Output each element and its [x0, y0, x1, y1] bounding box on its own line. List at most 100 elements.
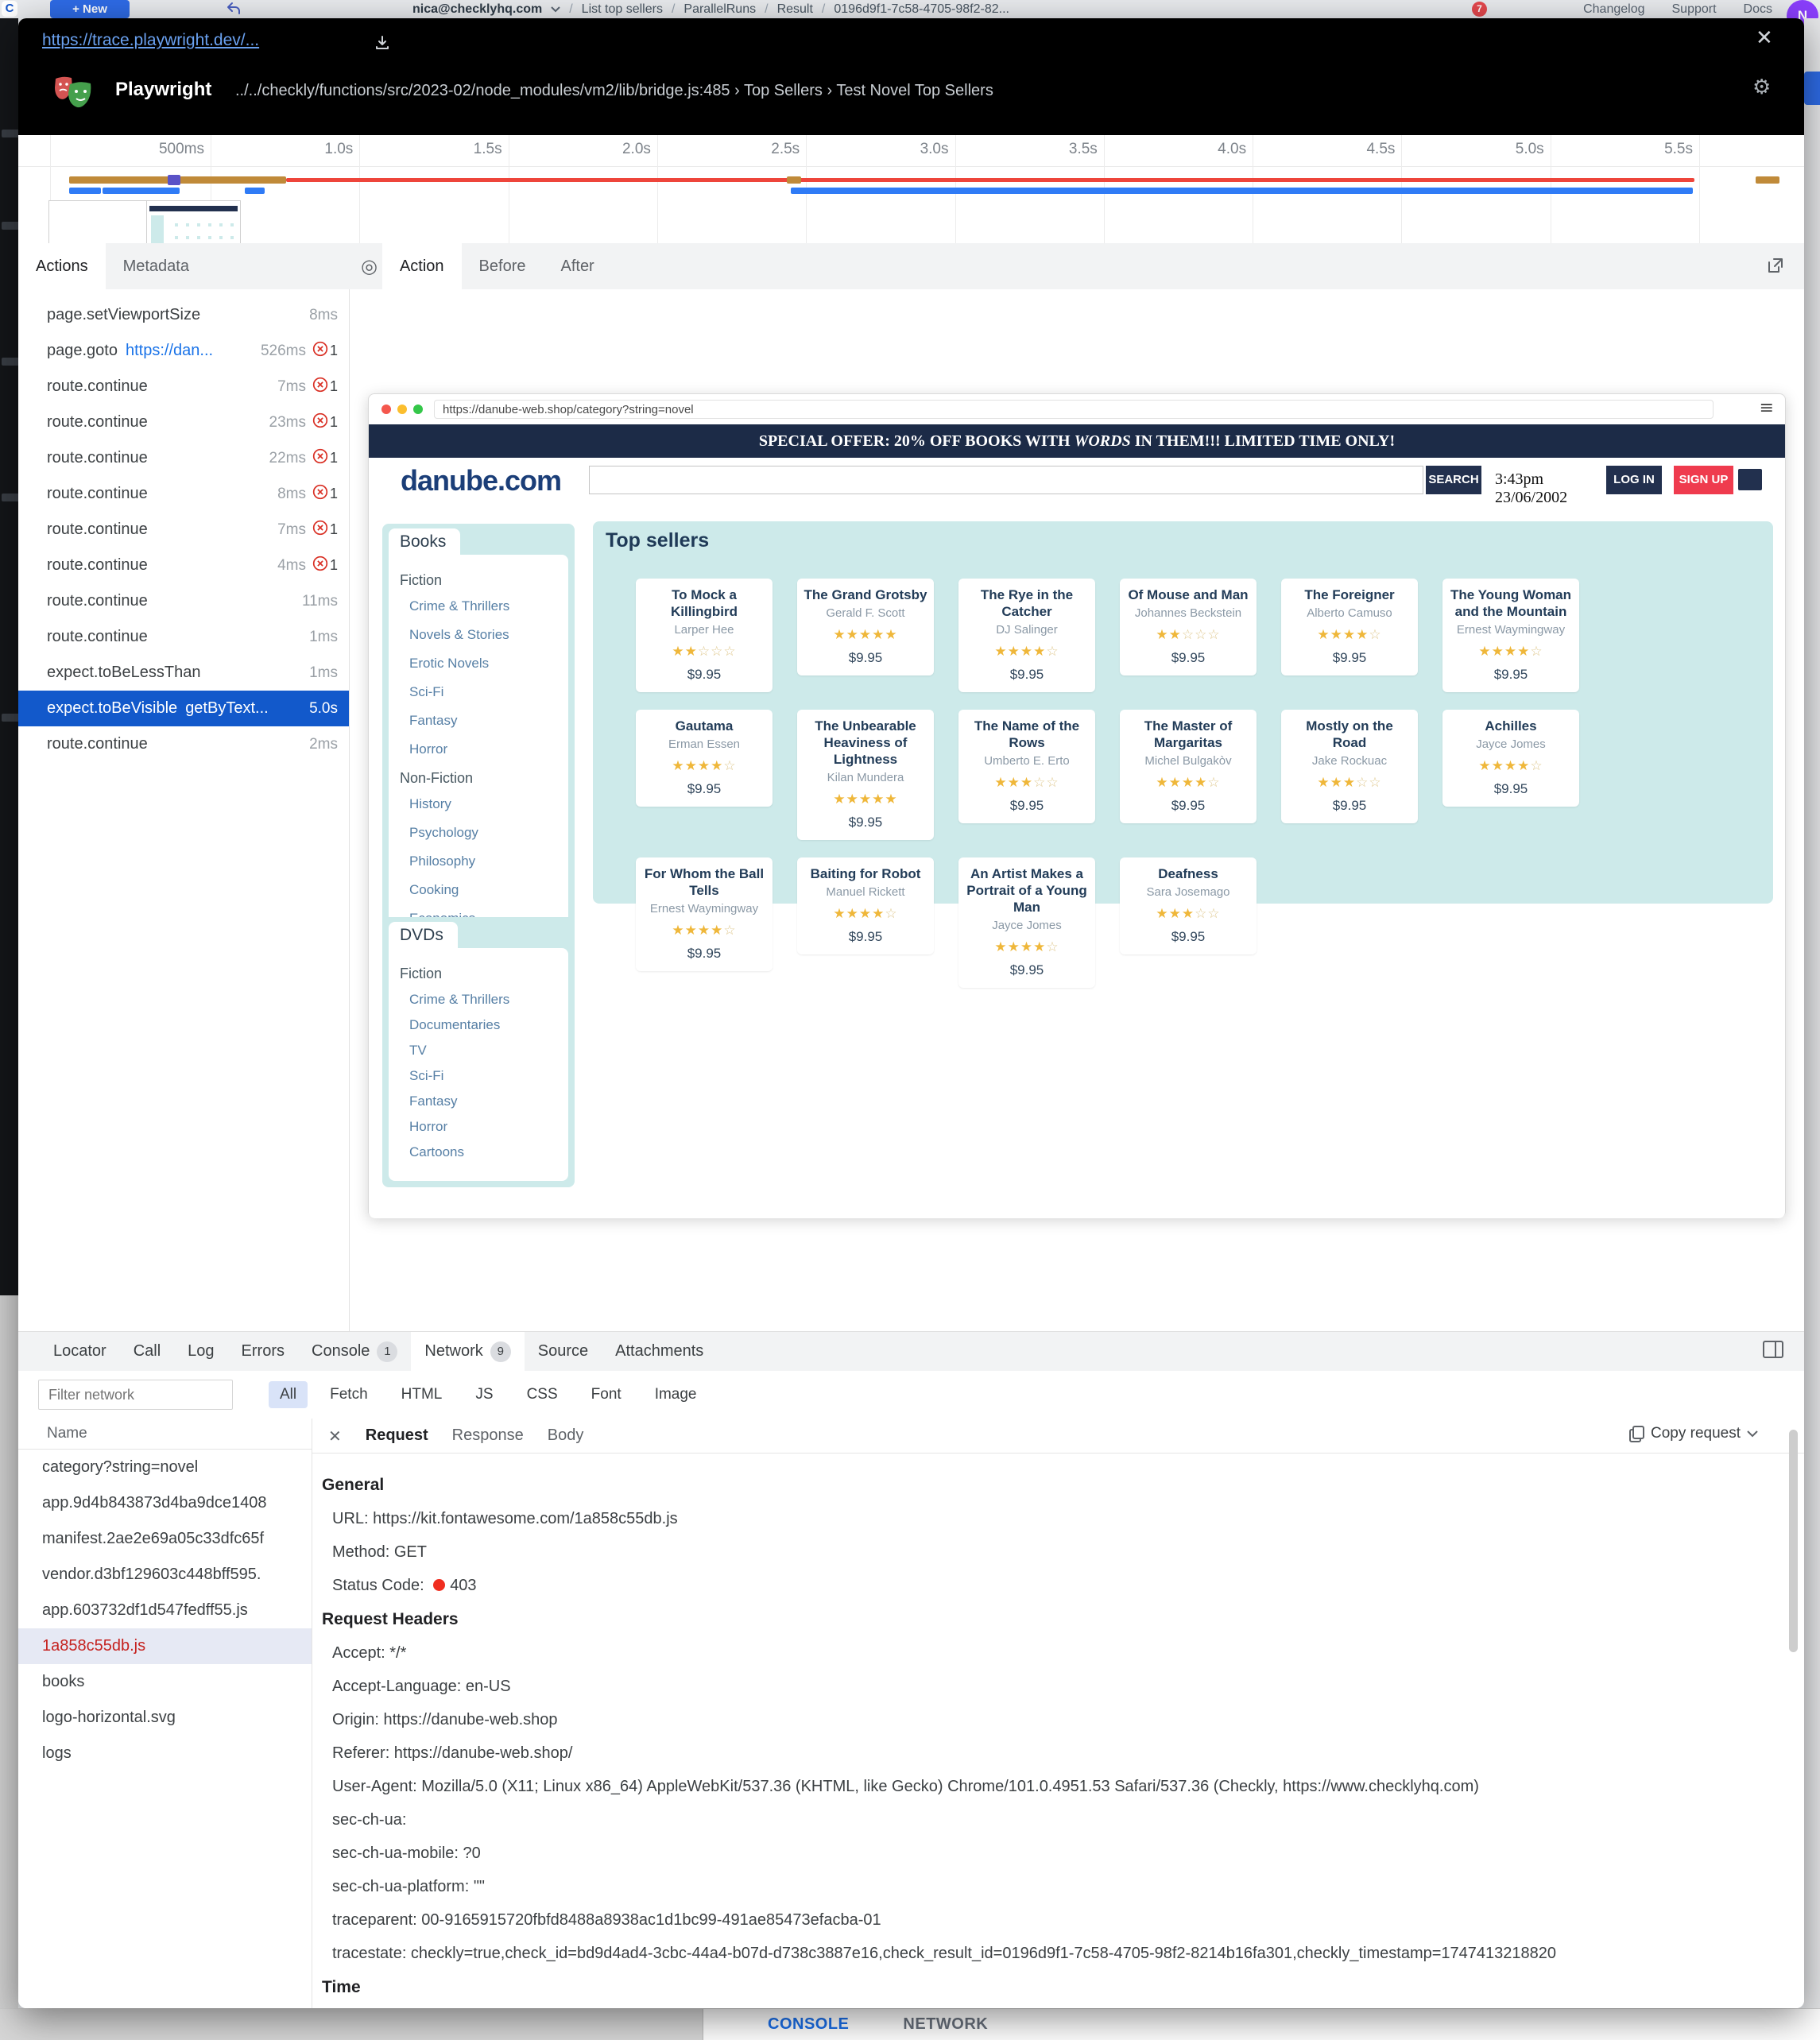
category-link[interactable]: Horror — [409, 741, 562, 757]
breadcrumb-item[interactable]: Result — [777, 2, 813, 17]
address-bar[interactable]: https://danube-web.shop/category?string=… — [434, 400, 1714, 419]
network-row[interactable]: app.603732df1d547fedff55.js — [18, 1593, 312, 1628]
devtools-tab-source[interactable]: Source — [525, 1332, 602, 1371]
breadcrumb-item[interactable]: List top sellers — [582, 2, 663, 17]
close-icon[interactable]: ✕ — [1756, 26, 1773, 50]
scrollbar-thumb[interactable] — [1789, 1430, 1798, 1652]
action-link[interactable]: https://dan... — [126, 342, 213, 360]
open-external-icon[interactable] — [1766, 256, 1785, 279]
network-row[interactable]: logo-horizontal.svg — [18, 1700, 312, 1736]
category-link[interactable]: History — [409, 796, 562, 812]
network-row[interactable]: 1a858c55db.js — [18, 1628, 312, 1664]
product-card[interactable]: The Grand GrotsbyGerald F. Scott★★★★★$9.… — [797, 579, 934, 675]
tab-response[interactable]: Response — [452, 1426, 524, 1445]
filter-chip-image[interactable]: Image — [644, 1381, 708, 1408]
filter-chip-css[interactable]: CSS — [516, 1381, 569, 1408]
new-button[interactable]: + New — [50, 0, 130, 18]
devtools-tab-call[interactable]: Call — [120, 1332, 174, 1371]
category-link[interactable]: Novels & Stories — [409, 627, 562, 643]
gear-icon[interactable]: ⚙ — [1752, 75, 1771, 99]
product-card[interactable]: To Mock a KillingbirdLarper Hee★★☆☆☆$9.9… — [636, 579, 773, 692]
network-row[interactable]: logs — [18, 1736, 312, 1771]
timeline[interactable]: 500ms1.0s1.5s2.0s2.5s3.0s3.5s4.0s4.5s5.0… — [18, 135, 1804, 244]
tab-metadata[interactable]: Metadata — [106, 243, 207, 289]
filter-chip-html[interactable]: HTML — [390, 1381, 454, 1408]
tab-request[interactable]: Request — [366, 1426, 428, 1445]
topnav-link-docs[interactable]: Docs — [1744, 2, 1772, 17]
product-card[interactable]: The Unbearable Heaviness of LightnessKil… — [797, 710, 934, 840]
tab-action[interactable]: Action — [382, 243, 462, 289]
product-card[interactable]: GautamaErman Essen★★★★☆$9.95 — [636, 710, 773, 807]
breadcrumb-item[interactable]: ParallelRuns — [683, 2, 756, 17]
category-link[interactable]: Psychology — [409, 825, 562, 841]
network-row[interactable]: books — [18, 1664, 312, 1700]
topnav-link-changelog[interactable]: Changelog — [1583, 2, 1644, 17]
bottom-tab-network[interactable]: NETWORK — [903, 2015, 988, 2034]
action-row[interactable]: route.continue7ms1 — [18, 369, 349, 405]
devtools-tab-locator[interactable]: Locator — [40, 1332, 120, 1371]
breadcrumb-item[interactable]: 0196d9f1-7c58-4705-98f2-82... — [834, 2, 1009, 17]
category-link[interactable]: Cooking — [409, 882, 562, 898]
filter-chip-js[interactable]: JS — [464, 1381, 504, 1408]
category-link[interactable]: Documentaries — [409, 1017, 562, 1033]
panel-layout-icon[interactable] — [1763, 1340, 1783, 1363]
network-row[interactable]: vendor.d3bf129603c448bff595. — [18, 1557, 312, 1593]
topnav-link-support[interactable]: Support — [1672, 2, 1717, 17]
signup-button[interactable]: SIGN UP — [1674, 466, 1733, 494]
action-row[interactable]: route.continue11ms — [18, 583, 349, 619]
category-link[interactable]: Cartoons — [409, 1144, 562, 1160]
product-card[interactable]: The ForeignerAlberto Camuso★★★★☆$9.95 — [1281, 579, 1418, 675]
devtools-tab-log[interactable]: Log — [174, 1332, 227, 1371]
action-row[interactable]: page.gotohttps://dan...526ms1 — [18, 333, 349, 369]
category-link[interactable]: Philosophy — [409, 854, 562, 869]
download-icon[interactable] — [374, 34, 391, 56]
copy-request-button[interactable]: Copy request — [1629, 1425, 1758, 1442]
category-link[interactable]: Crime & Thrillers — [409, 598, 562, 614]
product-card[interactable]: An Artist Makes a Portrait of a Young Ma… — [958, 857, 1095, 988]
notification-badge[interactable]: 7 — [1472, 2, 1487, 17]
cart-icon[interactable] — [1738, 469, 1762, 490]
category-link[interactable]: Erotic Novels — [409, 656, 562, 672]
hamburger-menu-icon[interactable]: ≡ — [1760, 398, 1774, 418]
network-filter-input[interactable] — [38, 1380, 233, 1410]
action-row[interactable]: expect.toBeLessThan1ms — [18, 655, 349, 691]
category-link[interactable]: Sci-Fi — [409, 684, 562, 700]
product-card[interactable]: The Master of MargaritasMichel Bulgakòv★… — [1120, 710, 1257, 823]
product-card[interactable]: Baiting for RobotManuel Rickett★★★★☆$9.9… — [797, 857, 934, 954]
devtools-tab-network[interactable]: Network9 — [411, 1332, 524, 1371]
filter-chip-fetch[interactable]: Fetch — [319, 1381, 379, 1408]
product-card[interactable]: The Name of the RowsUmberto E. Erto★★★☆☆… — [958, 710, 1095, 823]
close-detail-icon[interactable]: ✕ — [328, 1426, 342, 1446]
action-row[interactable]: page.setViewportSize8ms — [18, 297, 349, 333]
network-row[interactable]: app.9d4b843873d4ba9dce1408 — [18, 1485, 312, 1521]
site-logo[interactable]: danube.com — [401, 464, 561, 497]
devtools-tab-attachments[interactable]: Attachments — [602, 1332, 717, 1371]
filter-chip-font[interactable]: Font — [580, 1381, 633, 1408]
category-link[interactable]: Sci-Fi — [409, 1068, 562, 1084]
action-row[interactable]: route.continue2ms — [18, 726, 349, 762]
action-row[interactable]: route.continue22ms1 — [18, 440, 349, 476]
action-row[interactable]: expect.toBeVisiblegetByText...5.0s — [18, 691, 349, 726]
filter-chip-all[interactable]: All — [269, 1381, 308, 1408]
bottom-tab-console[interactable]: CONSOLE — [768, 2015, 849, 2034]
network-row[interactable]: manifest.2ae2e69a05c33dfc65f — [18, 1521, 312, 1557]
action-row[interactable]: route.continue1ms — [18, 619, 349, 655]
tab-before[interactable]: Before — [462, 243, 544, 289]
devtools-tab-console[interactable]: Console1 — [298, 1332, 411, 1371]
product-card[interactable]: DeafnessSara Josemago★★★☆☆$9.95 — [1120, 857, 1257, 954]
category-link[interactable]: TV — [409, 1043, 562, 1059]
login-button[interactable]: LOG IN — [1606, 466, 1662, 494]
product-card[interactable]: For Whom the Ball TellsErnest Waymingway… — [636, 857, 773, 971]
product-card[interactable]: The Rye in the CatcherDJ Salinger★★★★☆$9… — [958, 579, 1095, 692]
action-row[interactable]: route.continue8ms1 — [18, 476, 349, 512]
action-row[interactable]: route.continue7ms1 — [18, 512, 349, 548]
product-card[interactable]: AchillesJayce Jomes★★★★☆$9.95 — [1442, 710, 1579, 807]
category-link[interactable]: Horror — [409, 1119, 562, 1135]
product-card[interactable]: The Young Woman and the MountainErnest W… — [1442, 579, 1579, 692]
product-card[interactable]: Of Mouse and ManJohannes Beckstein★★☆☆☆$… — [1120, 579, 1257, 675]
action-row[interactable]: route.continue4ms1 — [18, 548, 349, 583]
category-link[interactable]: Fantasy — [409, 1094, 562, 1109]
tab-body[interactable]: Body — [548, 1426, 584, 1445]
devtools-tab-errors[interactable]: Errors — [228, 1332, 298, 1371]
search-input[interactable] — [589, 466, 1423, 494]
